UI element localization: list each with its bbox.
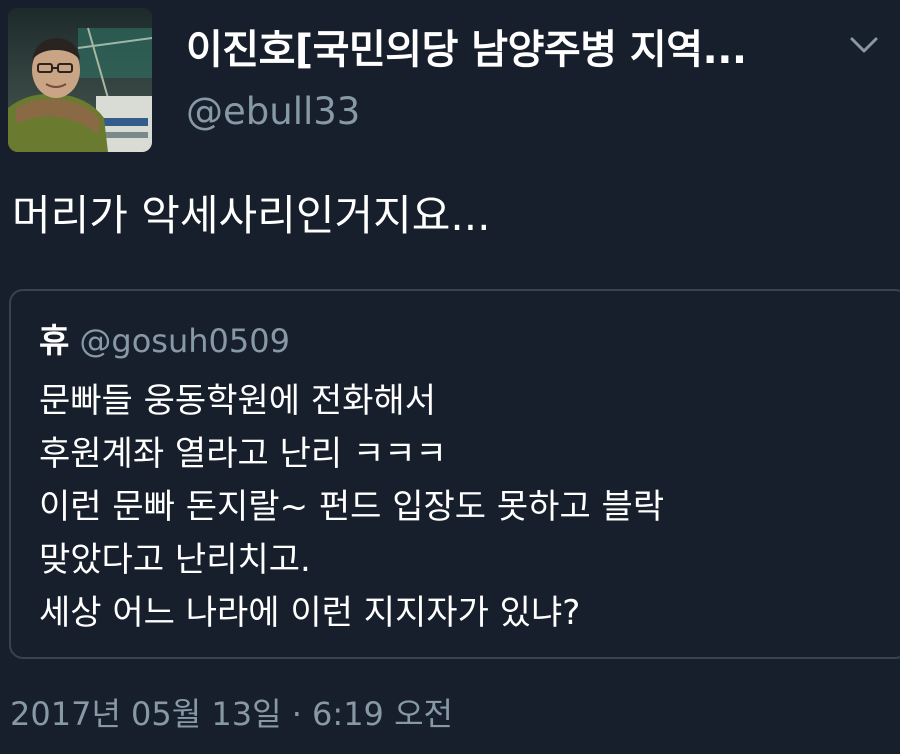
tweet-text: 머리가 악세사리인거지요... — [12, 191, 491, 240]
avatar[interactable] — [8, 8, 152, 152]
quoted-user-handle: @gosuh0509 — [79, 322, 290, 360]
quoted-tweet-text: 문빠들 웅동학원에 전화해서 후원계좌 열라고 난리 ㅋㅋㅋ 이런 문빠 돈지랄… — [39, 375, 664, 640]
quoted-text-line: 맞았다고 난리치고. — [39, 540, 311, 580]
quoted-text-line: 세상 어느 나라에 이런 지지자가 있냐? — [39, 593, 581, 633]
quoted-text-line: 이런 문빠 돈지랄~ 펀드 입장도 못하고 블락 — [39, 487, 665, 527]
quoted-text-line: 문빠들 웅동학원에 전화해서 — [39, 381, 436, 421]
quoted-display-name: 휴 — [39, 321, 70, 360]
profile-photo-icon — [8, 8, 152, 152]
quoted-text-line: 후원계좌 열라고 난리 ㅋㅋㅋ — [39, 434, 447, 474]
tweet-timestamp[interactable]: 2017년 05월 13일 · 6:19 오전 — [10, 690, 453, 738]
chevron-down-icon[interactable] — [846, 30, 882, 60]
user-handle[interactable]: @ebull33 — [186, 88, 360, 136]
display-name[interactable]: 이진호[국민의당 남양주병 지역... — [186, 22, 747, 78]
quoted-tweet-header: 휴 @gosuh0509 — [39, 319, 290, 369]
quoted-tweet[interactable]: 휴 @gosuh0509 문빠들 웅동학원에 전화해서 후원계좌 열라고 난리 ㅋ… — [9, 289, 900, 659]
tweet-card: 이진호[국민의당 남양주병 지역... @ebull33 머리가 악세사리인거지… — [0, 0, 900, 754]
